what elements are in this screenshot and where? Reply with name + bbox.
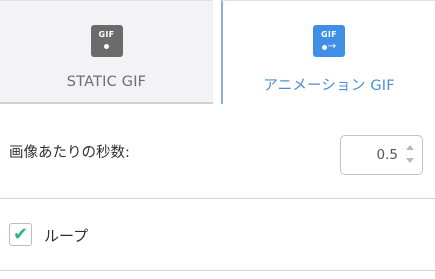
gif-type-tabs: GIF STATIC GIF GIF → アニメーション GIF [0, 0, 435, 104]
loop-checkbox[interactable]: ✔ [9, 223, 32, 246]
tab-static-gif[interactable]: GIF STATIC GIF [0, 0, 213, 104]
spin-up-icon[interactable] [406, 145, 414, 150]
arrow-right-icon: → [327, 41, 337, 52]
animated-dot-arrow: → [321, 41, 337, 52]
loop-label: ループ [44, 227, 89, 245]
static-dot-icon [104, 44, 109, 49]
tab-static-gif-label: STATIC GIF [66, 74, 147, 90]
static-gif-icon-text: GIF [98, 30, 115, 39]
checkmark-icon: ✔ [12, 223, 29, 245]
tab-animated-gif[interactable]: GIF → アニメーション GIF [221, 0, 435, 104]
seconds-per-frame-label: 画像あたりの秒数: [9, 145, 130, 161]
animated-gif-icon-text: GIF [321, 30, 337, 39]
loop-row: ✔ ループ [0, 199, 435, 271]
animated-dot-icon [321, 44, 327, 50]
spin-down-icon[interactable] [406, 158, 414, 163]
animated-gif-icon: GIF → [313, 25, 345, 57]
seconds-per-frame-value[interactable]: 0.5 [377, 147, 398, 163]
tab-animated-gif-label: アニメーション GIF [263, 78, 395, 94]
seconds-per-frame-row: 画像あたりの秒数: 0.5 [0, 125, 435, 199]
static-gif-icon: GIF [90, 25, 123, 57]
seconds-per-frame-stepper[interactable]: 0.5 [340, 135, 423, 175]
